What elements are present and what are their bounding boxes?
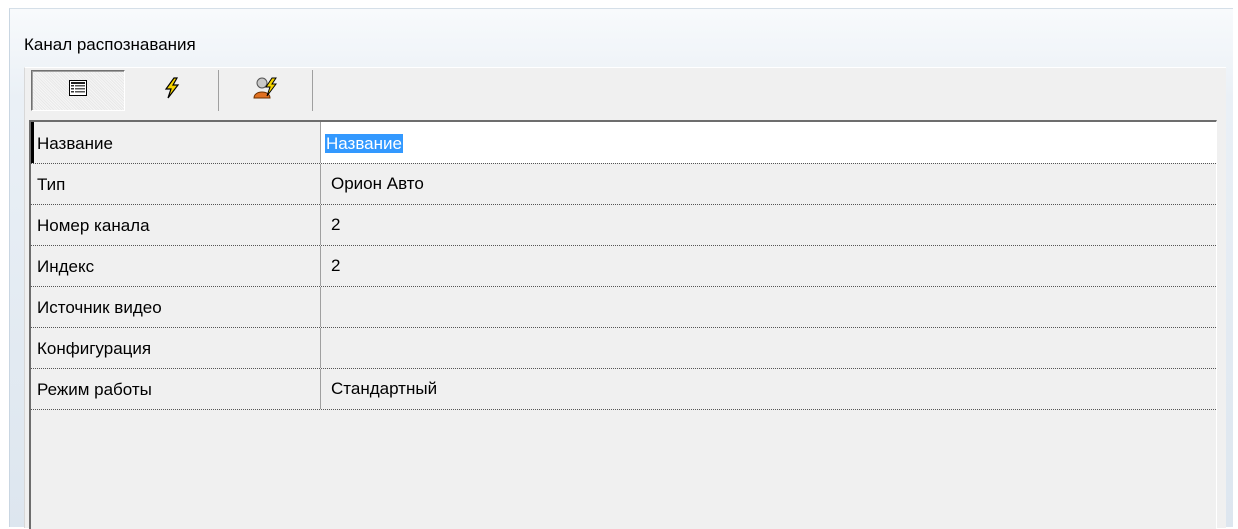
property-name-input[interactable]: Название xyxy=(321,122,1216,163)
properties-list-icon xyxy=(69,80,87,101)
property-channel-number-value[interactable]: 2 xyxy=(321,205,1216,245)
property-row-channel-number[interactable]: Номер канала 2 xyxy=(31,205,1216,246)
property-configuration-label: Конфигурация xyxy=(31,328,321,368)
events-tab-button[interactable] xyxy=(125,70,219,111)
property-row-mode[interactable]: Режим работы Стандартный xyxy=(31,369,1216,410)
user-events-tab-button[interactable] xyxy=(219,70,313,111)
property-type-label: Тип xyxy=(31,164,321,204)
property-mode-label: Режим работы xyxy=(31,369,321,409)
property-row-type[interactable]: Тип Орион Авто xyxy=(31,164,1216,205)
properties-panel: Название Название Тип Орион Авто Номер к… xyxy=(24,67,1226,529)
property-row-video-source[interactable]: Источник видео xyxy=(31,287,1216,328)
property-row-name[interactable]: Название Название xyxy=(31,122,1216,164)
property-name-value[interactable]: Название xyxy=(325,134,403,153)
property-row-configuration[interactable]: Конфигурация xyxy=(31,328,1216,369)
property-row-index[interactable]: Индекс 2 xyxy=(31,246,1216,287)
user-lightning-icon xyxy=(252,76,279,105)
property-name-label: Название xyxy=(31,122,321,163)
property-video-source-value[interactable] xyxy=(321,287,1216,327)
property-channel-number-label: Номер канала xyxy=(31,205,321,245)
property-configuration-value[interactable] xyxy=(321,328,1216,368)
window-title: Канал распознавания xyxy=(24,35,196,54)
properties-tab-button[interactable] xyxy=(31,70,125,111)
property-type-value[interactable]: Орион Авто xyxy=(321,164,1216,204)
recognition-channel-window: Канал распознавания Название Название Ти… xyxy=(9,8,1233,529)
property-video-source-label: Источник видео xyxy=(31,287,321,327)
property-index-value[interactable]: 2 xyxy=(321,246,1216,286)
property-index-label: Индекс xyxy=(31,246,321,286)
property-grid: Название Название Тип Орион Авто Номер к… xyxy=(29,120,1217,529)
property-mode-value[interactable]: Стандартный xyxy=(321,369,1216,409)
lightning-events-icon xyxy=(162,77,182,104)
toolbar xyxy=(31,70,313,113)
